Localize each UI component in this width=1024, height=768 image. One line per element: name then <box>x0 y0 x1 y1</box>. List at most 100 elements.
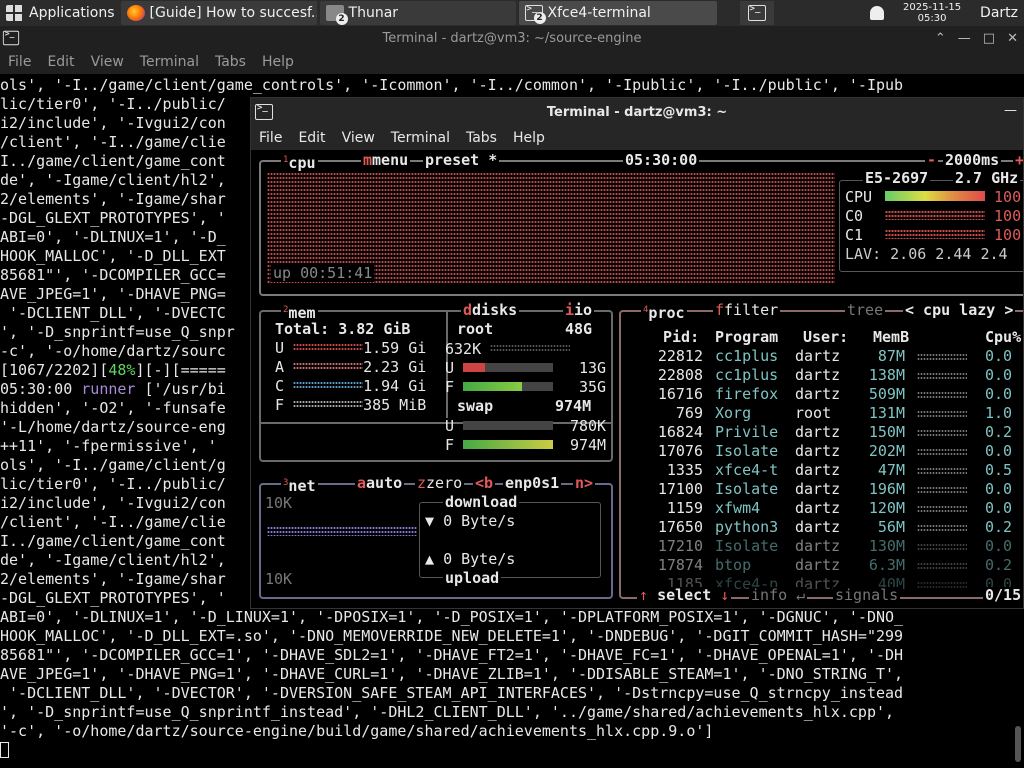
cpu-box-title[interactable]: 1cpu <box>281 152 318 171</box>
process-prog: python3 <box>715 518 779 536</box>
close-icon[interactable]: ✕ <box>1007 31 1018 46</box>
proc-box-title[interactable]: 4proc <box>641 302 687 321</box>
disks-box-title[interactable]: ddisks <box>461 302 520 318</box>
process-prog: cc1plus <box>715 366 779 384</box>
window-titlebar[interactable]: Terminal - dartz@vm3: ~ — <box>251 98 1023 126</box>
proc-signals-button[interactable]: signals <box>833 587 901 603</box>
menu-tabs[interactable]: Tabs <box>458 130 505 146</box>
process-prog: Isolate <box>715 537 779 555</box>
taskbar-item-firefox[interactable]: [Guide] How to succesf... <box>120 1 317 25</box>
process-pid: 1159 <box>666 499 703 517</box>
proc-select-button[interactable]: ↑ select ↓ <box>637 587 732 603</box>
window-count-badge: 2 <box>533 12 546 24</box>
panel-clock[interactable]: 2025-11-15 05:30 <box>890 2 974 24</box>
notifications-button[interactable] <box>864 0 890 26</box>
process-row[interactable]: 1159 xfwm4 dartz 120M 0.0 <box>251 499 1023 518</box>
menu-terminal[interactable]: Terminal <box>383 130 458 146</box>
process-row[interactable]: 17076 Isolate dartz 202M 0.0 <box>251 442 1023 461</box>
process-prog: xfce4-t <box>715 461 779 479</box>
menu-edit[interactable]: Edit <box>290 130 333 146</box>
process-pid: 17100 <box>657 480 703 498</box>
window-titlebar[interactable]: Terminal - dartz@vm3: ~/source-engine ⌃ … <box>0 26 1024 50</box>
prompt-line[interactable] <box>0 741 1010 760</box>
process-mem: 202M <box>868 442 905 460</box>
process-prog: xfwm4 <box>715 499 761 517</box>
process-pid: 17210 <box>657 537 703 555</box>
applications-icon <box>6 5 24 21</box>
menu-file[interactable]: File <box>251 130 290 146</box>
process-row[interactable]: 769 Xorg root 131M 1.0 <box>251 404 1023 423</box>
btop-monitor[interactable]: 1cpu mmenu preset * 05:30:00 - 2000ms + … <box>251 150 1023 608</box>
scrollbar-thumb[interactable] <box>1015 726 1021 762</box>
interval-decrease-button[interactable]: - <box>925 152 939 168</box>
menu-terminal[interactable]: Terminal <box>132 54 207 70</box>
terminal-icon <box>2 30 20 46</box>
process-cpu: 0.0 <box>985 537 1013 555</box>
col-user-header[interactable]: User: <box>803 328 848 346</box>
menu-tabs[interactable]: Tabs <box>207 54 254 70</box>
process-row[interactable]: 17100 Isolate dartz 196M 0.0 <box>251 480 1023 499</box>
process-row[interactable]: 17650 python3 dartz 56M 0.2 <box>251 518 1023 537</box>
col-program-header[interactable]: Program <box>715 328 778 346</box>
process-cpu: 0.0 <box>985 385 1013 403</box>
applications-menu-button[interactable]: Applications <box>0 0 121 26</box>
process-cpu: 0.0 <box>985 480 1013 498</box>
user-menu-button[interactable]: Dartz <box>974 0 1024 26</box>
process-prog: Xorg <box>715 404 752 422</box>
col-pid-header[interactable]: Pid: <box>663 328 699 346</box>
load-average-row: LAV: 2.06 2.44 2.4 <box>845 245 1008 263</box>
foreground-terminal-window[interactable]: Terminal - dartz@vm3: ~ — File Edit View… <box>250 97 1024 609</box>
col-mem-header[interactable]: MemB <box>873 328 909 346</box>
mem-total-row: Total: 3.82 GiB <box>275 320 411 338</box>
col-cpu-header[interactable]: Cpu% <box>985 328 1021 346</box>
terminal-line: HOOK_MALLOC', '-D_DLL_EXT=.so', '-DNO_ME… <box>0 627 904 645</box>
process-prog: firefox <box>715 385 779 403</box>
process-row[interactable]: 22812 cc1plus dartz 87M 0.0 <box>251 347 1023 366</box>
cpu-preset-button[interactable]: preset * <box>423 152 500 168</box>
mem-box-title[interactable]: 2mem <box>281 302 318 321</box>
process-cpu: 0.0 <box>985 442 1013 460</box>
interval-increase-button[interactable]: + <box>1013 152 1023 168</box>
process-row[interactable]: 17874 btop dartz 6.3M 0.2 <box>251 556 1023 575</box>
process-row[interactable]: 17210 Isolate dartz 130M 0.0 <box>251 537 1023 556</box>
disk-root-size: 48G <box>563 320 595 338</box>
maximize-icon[interactable]: ⌃ <box>935 31 946 46</box>
proc-tree-toggle[interactable]: tree <box>845 302 886 318</box>
process-prog: Privile <box>715 423 779 441</box>
process-row[interactable]: 22808 cc1plus dartz 138M 0.0 <box>251 366 1023 385</box>
process-row[interactable]: 1335 xfce4-t dartz 47M 0.5 <box>251 461 1023 480</box>
terminal-launcher-button[interactable] <box>739 1 774 25</box>
menu-file[interactable]: File <box>0 54 39 70</box>
proc-count: 0/15 <box>983 586 1023 604</box>
process-row[interactable]: 16824 Privile dartz 150M 0.2 <box>251 423 1023 442</box>
process-user: dartz <box>795 385 841 403</box>
process-user: dartz <box>795 537 841 555</box>
menu-help[interactable]: Help <box>505 130 553 146</box>
process-mem: 47M <box>877 461 905 479</box>
proc-sort-selector[interactable]: < cpu lazy > <box>903 302 1016 318</box>
taskbar-item-terminal[interactable]: 2 Xfce4-terminal <box>518 1 717 25</box>
terminal-icon <box>255 103 273 120</box>
process-cpu-graph <box>917 391 967 399</box>
proc-filter-button[interactable]: ffilter <box>713 302 781 318</box>
cpu-menu-button[interactable]: mmenu <box>361 152 411 168</box>
menu-bar: File Edit View Terminal Tabs Help <box>251 126 1023 150</box>
process-row[interactable]: 16716 firefox dartz 509M 0.0 <box>251 385 1023 404</box>
menu-view[interactable]: View <box>334 130 383 146</box>
restore-icon[interactable]: □ <box>983 31 995 46</box>
terminal-launcher-icon <box>747 4 766 21</box>
menu-view[interactable]: View <box>83 54 132 70</box>
cpu-total-meter <box>885 191 985 201</box>
process-prog: btop <box>715 556 752 574</box>
menu-edit[interactable]: Edit <box>39 54 82 70</box>
menu-help[interactable]: Help <box>254 54 302 70</box>
proc-info-button[interactable]: info ↵ <box>749 587 808 603</box>
process-cpu-graph <box>917 467 967 475</box>
process-mem: 6.3M <box>868 556 905 574</box>
minimize-icon[interactable]: — <box>958 31 971 46</box>
io-toggle-button[interactable]: iio <box>563 302 595 318</box>
minimize-icon[interactable]: — <box>1004 103 1017 118</box>
taskbar-item-thunar[interactable]: 2 Thunar <box>319 1 516 25</box>
clock-date: 2025-11-15 <box>902 2 962 13</box>
process-mem: 150M <box>868 423 905 441</box>
